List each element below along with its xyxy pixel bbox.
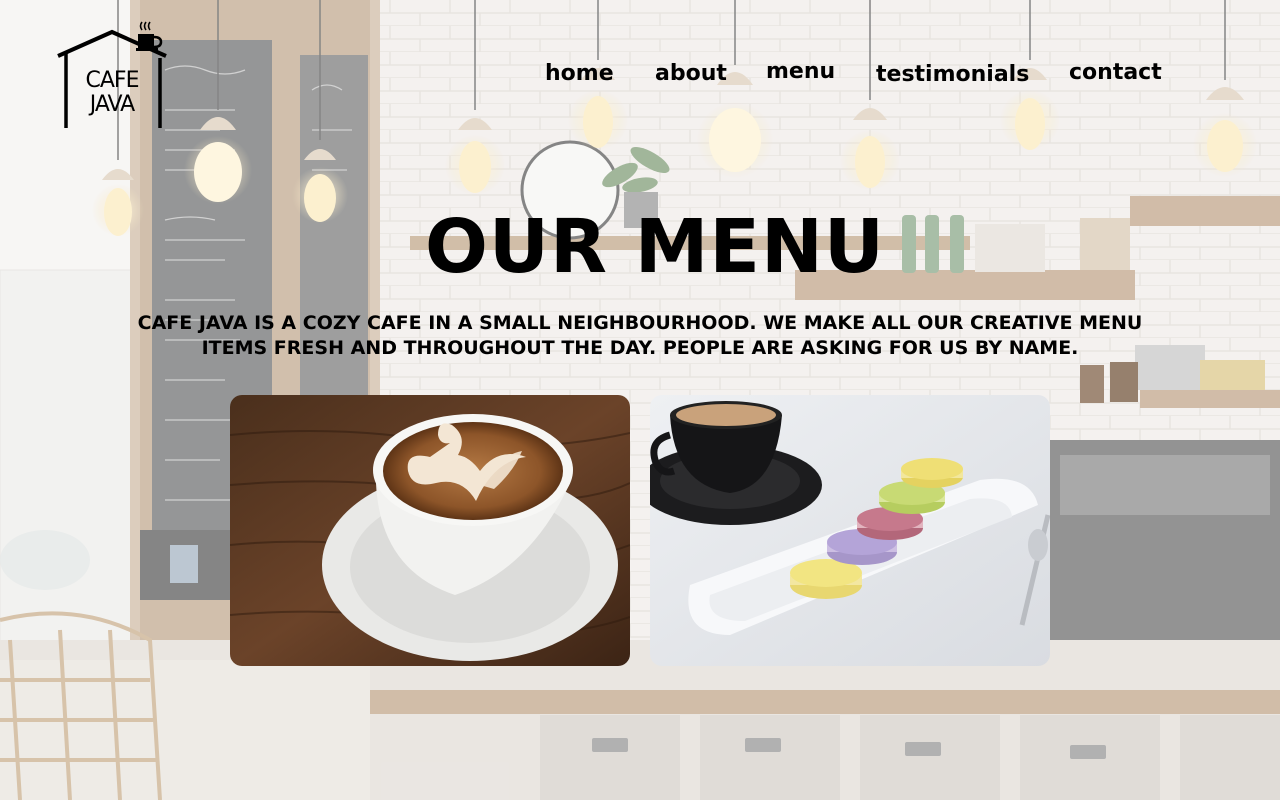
- nav-link-menu[interactable]: menu: [766, 59, 835, 84]
- nav-link-home[interactable]: home: [545, 61, 614, 86]
- menu-description: CAFE JAVA IS A COZY CAFE IN A SMALL NEIG…: [137, 312, 1143, 359]
- nav-link-about[interactable]: about: [655, 61, 727, 86]
- page: CAFE JAVA home about menu testimonials c…: [0, 0, 1280, 800]
- main-navigation: home about menu testimonials contact: [0, 56, 1280, 96]
- coffee-and-macarons-image: [650, 395, 1050, 666]
- logo-text-java: JAVA: [89, 92, 135, 117]
- nav-link-testimonials[interactable]: testimonials: [876, 62, 1029, 87]
- nav-link-contact[interactable]: contact: [1069, 60, 1162, 85]
- page-title: OUR MENU: [425, 204, 885, 290]
- latte-art-coffee-image: [230, 395, 630, 666]
- background-overlay: [0, 0, 1280, 800]
